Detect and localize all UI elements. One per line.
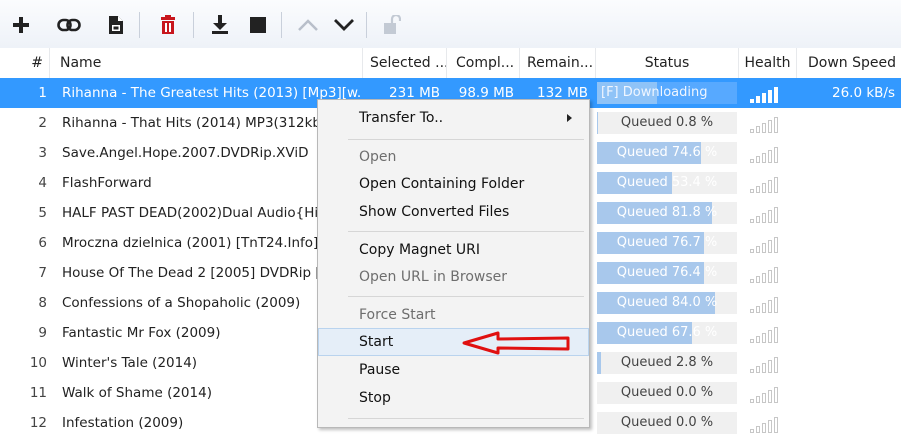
health-icon: [748, 144, 788, 164]
row-name: Fantastic Mr Fox (2009): [62, 325, 221, 341]
menu-separator: [348, 296, 584, 297]
row-name: Walk of Shame (2014): [62, 385, 212, 401]
health-icon: [748, 354, 788, 374]
status-progress-bar: Queued 74.6 %: [597, 142, 737, 164]
header-completed[interactable]: Compl...: [447, 48, 520, 78]
menu-separator: [348, 418, 584, 419]
health-icon: [748, 294, 788, 314]
column-header: # Name Selected ... Compl... Remain... S…: [0, 48, 901, 79]
row-name: House Of The Dead 2 [2005] DVDRip [E: [62, 265, 317, 281]
row-number: 7: [38, 265, 47, 281]
health-icon: [748, 384, 788, 404]
status-progress-bar: Queued 2.8 %: [597, 352, 737, 374]
plus-icon[interactable]: [8, 12, 34, 38]
menu-item-pause[interactable]: Pause: [319, 357, 588, 383]
health-icon: [748, 414, 788, 434]
menu-item-open-containing-folder[interactable]: Open Containing Folder: [319, 171, 588, 197]
toolbar: [0, 0, 901, 49]
header-number[interactable]: #: [0, 48, 50, 78]
row-down-speed: 26.0 kB/s: [831, 85, 895, 101]
unlock-icon: [379, 12, 405, 38]
health-icon: [748, 174, 788, 194]
chevron-up-icon: [295, 12, 321, 38]
status-label: Queued 74.6 %: [616, 145, 718, 160]
header-health[interactable]: Health: [739, 48, 797, 78]
status-label: Queued 53.4 %: [616, 175, 718, 190]
row-number: 8: [38, 295, 47, 311]
menu-item-transfer-to[interactable]: Transfer To..: [319, 105, 588, 131]
status-label: Queued 2.8 %: [620, 355, 714, 370]
row-number: 2: [38, 115, 47, 131]
submenu-arrow-icon: [567, 114, 572, 122]
row-name: HALF PAST DEAD(2002)Dual Audio{Hi: [62, 205, 317, 221]
row-number: 11: [29, 385, 47, 401]
status-label: Queued 76.4 %: [616, 265, 718, 280]
status-progress-bar: Queued 76.7 %: [597, 232, 737, 254]
header-status[interactable]: Status: [596, 48, 739, 78]
status-label: Queued 0.0 %: [620, 385, 714, 400]
status-label: Queued 84.0 %: [616, 295, 718, 310]
row-number: 1: [38, 85, 47, 101]
status-progress-bar: Queued 0.0 %: [597, 412, 737, 434]
status-label: [F] Downloading 42.6: [601, 85, 708, 100]
status-progress-bar: Queued 53.4 %: [597, 172, 737, 194]
menu-separator: [348, 139, 584, 140]
row-name: Mroczna dzielnica (2001) [TnT24.Info]: [62, 235, 317, 251]
row-number: 5: [38, 205, 47, 221]
status-progress-bar: Queued 84.0 %: [597, 292, 737, 314]
row-name: Winter's Tale (2014): [62, 355, 198, 371]
menu-item-show-converted-files[interactable]: Show Converted Files: [319, 199, 588, 225]
menu-item-stop[interactable]: Stop: [319, 385, 588, 411]
menu-item-label: Transfer To..: [359, 110, 444, 126]
status-progress-bar: Queued 67.6 %: [597, 322, 737, 344]
file-icon[interactable]: [103, 12, 129, 38]
row-number: 12: [29, 415, 47, 431]
row-number: 6: [38, 235, 47, 251]
menu-item-copy-magnet-uri[interactable]: Copy Magnet URI: [319, 237, 588, 263]
download-icon[interactable]: [207, 12, 233, 38]
header-down-speed[interactable]: Down Speed: [797, 48, 901, 78]
header-remaining[interactable]: Remain...: [520, 48, 596, 78]
health-icon: [748, 114, 788, 134]
row-name: Confessions of a Shopaholic (2009): [62, 295, 301, 311]
stop-icon[interactable]: [245, 12, 271, 38]
row-name: Infestation (2009): [62, 415, 184, 431]
health-icon: [748, 234, 788, 254]
trash-icon[interactable]: [155, 12, 181, 38]
status-progress-bar: Queued 81.8 %: [597, 202, 737, 224]
header-name[interactable]: Name: [50, 48, 363, 78]
row-number: 3: [38, 145, 47, 161]
health-icon: [748, 204, 788, 224]
header-selected[interactable]: Selected ...: [363, 48, 447, 78]
row-number: 9: [38, 325, 47, 341]
health-icon: [748, 84, 788, 104]
status-label: Queued 76.7 %: [616, 235, 718, 250]
status-label: Queued 67.6 %: [616, 325, 718, 340]
status-progress-bar: Queued 76.4 %: [597, 262, 737, 284]
status-label: Queued 0.0 %: [620, 415, 714, 430]
menu-item-force-start[interactable]: Force Start: [319, 302, 588, 328]
row-name: Rihanna - That Hits (2014) MP3(312kbp: [62, 115, 317, 131]
status-progress-bar: [F] Downloading 42.6: [597, 82, 737, 104]
row-name: Save.Angel.Hope.2007.DVDRip.XViD: [62, 145, 309, 161]
status-progress-bar: Queued 0.0 %: [597, 382, 737, 404]
status-label: Queued 81.8 %: [616, 205, 718, 220]
link-icon[interactable]: [56, 12, 82, 38]
row-number: 10: [29, 355, 47, 371]
status-progress-bar: Queued 0.8 %: [597, 112, 737, 134]
row-number: 4: [38, 175, 47, 191]
menu-item-open-url-in-browser[interactable]: Open URL in Browser: [319, 264, 588, 290]
annotation-arrow-icon: [462, 331, 570, 355]
context-menu: Transfer To.. Open Open Containing Folde…: [317, 99, 590, 428]
status-label: Queued 0.8 %: [620, 115, 714, 130]
health-icon: [748, 324, 788, 344]
menu-separator: [348, 231, 584, 232]
row-name: FlashForward: [62, 175, 152, 191]
menu-item-open[interactable]: Open: [319, 144, 588, 170]
health-icon: [748, 264, 788, 284]
chevron-down-icon[interactable]: [331, 12, 357, 38]
